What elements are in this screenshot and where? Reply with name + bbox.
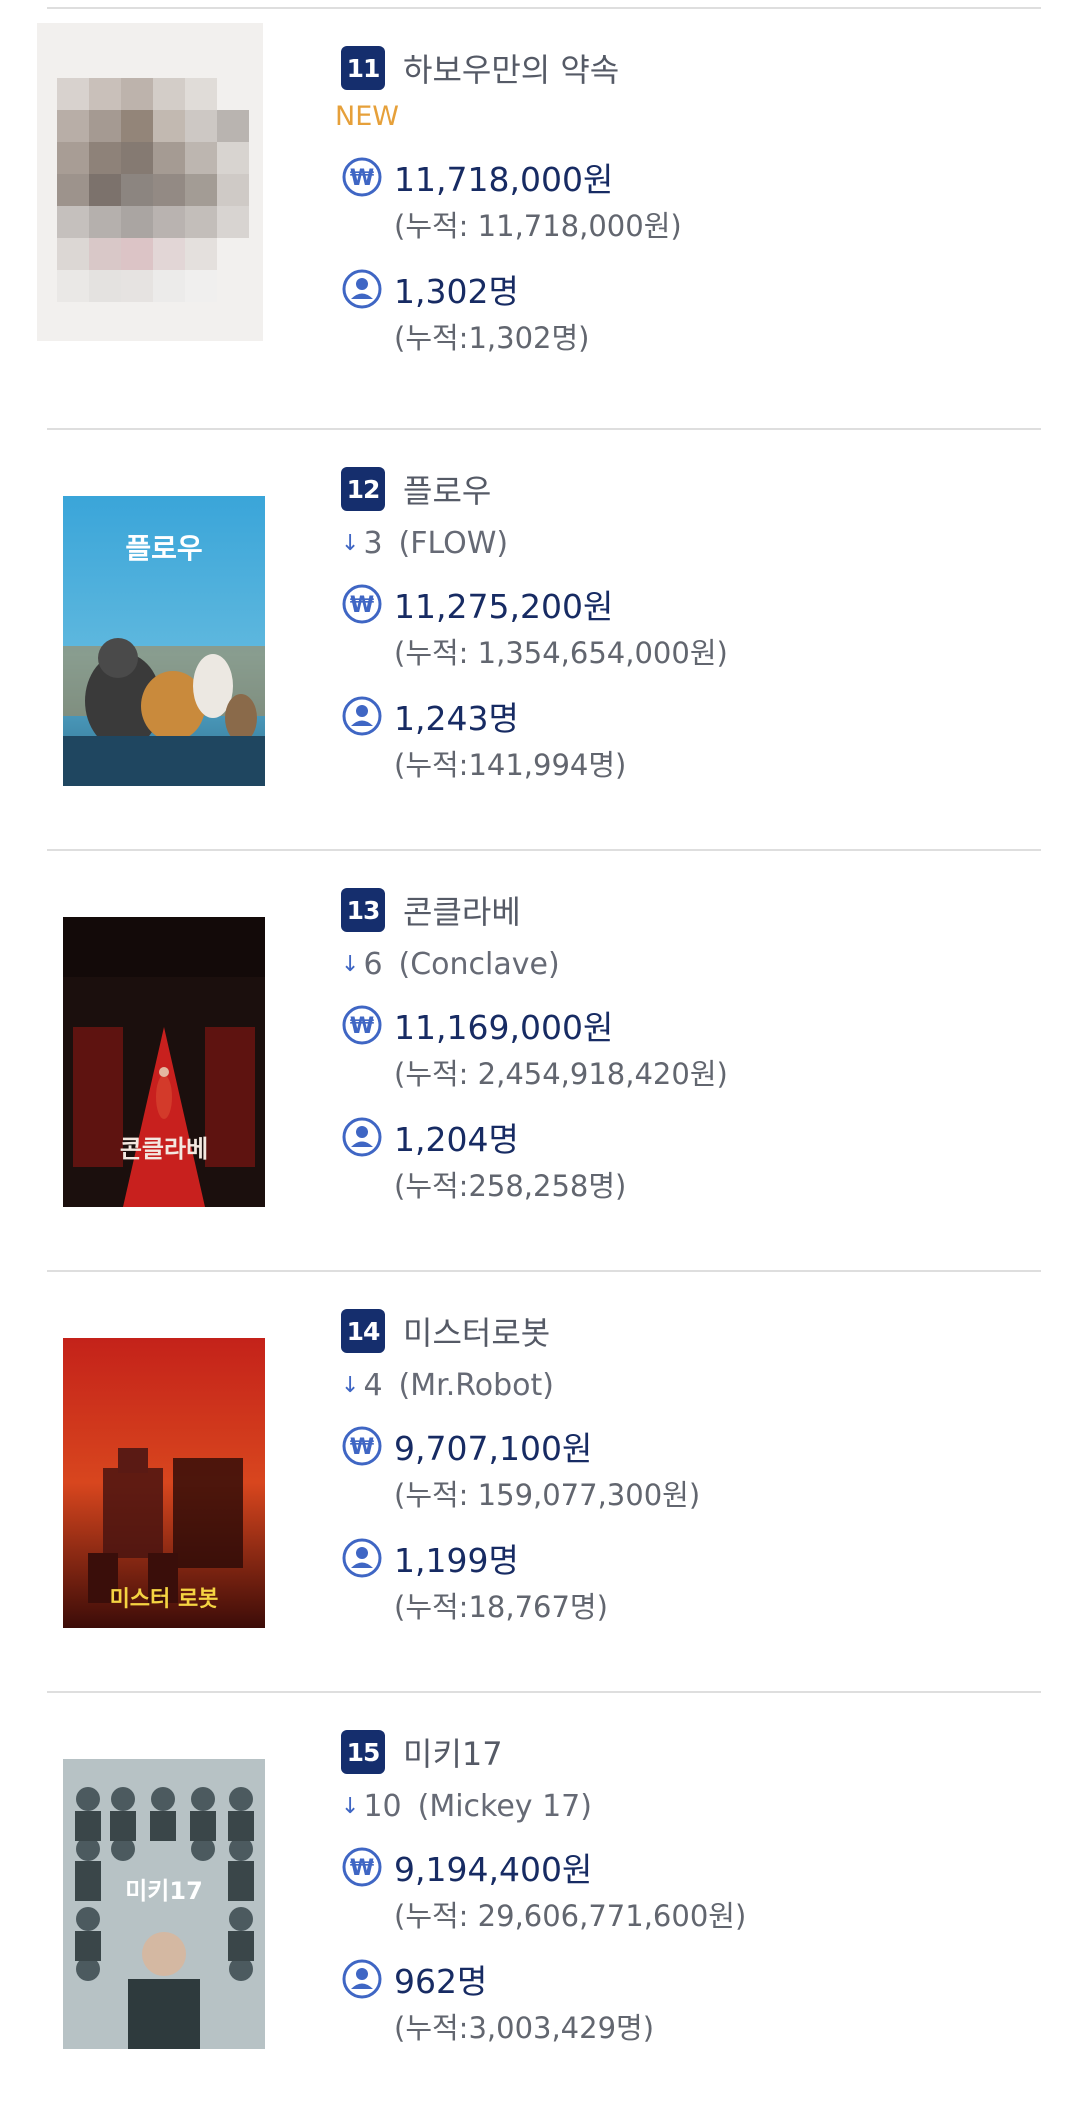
movie-info: 13 콘클라베 ↓ 6 (Conclave) ₩ 11,169,000원 (누적… bbox=[341, 887, 1021, 1211]
svg-text:₩: ₩ bbox=[350, 1856, 374, 1881]
svg-text:콘클라베: 콘클라베 bbox=[120, 1135, 208, 1163]
won-icon: ₩ bbox=[341, 583, 383, 625]
rank-change: 10 bbox=[363, 1788, 402, 1824]
rank-change: 3 bbox=[363, 525, 383, 561]
rank-badge: 11 bbox=[341, 46, 385, 90]
movie-info: 12 플로우 ↓ 3 (FLOW) ₩ 11,275,200원 (누적: 1,3… bbox=[341, 466, 1021, 790]
arrow-down-icon: ↓ bbox=[341, 530, 360, 556]
list-item[interactable]: 플로우 12 플로우 ↓ 3 (FLOW) ₩ 11,275,200원 (누적:… bbox=[47, 428, 1041, 849]
daily-revenue: 9,707,100원 bbox=[394, 1429, 593, 1468]
daily-audience: 1,243명 bbox=[394, 699, 519, 738]
rank-badge: 12 bbox=[341, 467, 385, 511]
svg-text:₩: ₩ bbox=[350, 593, 374, 618]
person-icon bbox=[341, 695, 383, 737]
list-item[interactable]: 미키17 15 미키17 ↓ 10 (Mickey 17) ₩ 9,194,40… bbox=[47, 1691, 1041, 2111]
movie-poster[interactable]: 미키17 bbox=[63, 1759, 265, 2049]
movie-poster[interactable]: 미스터 로봇 bbox=[63, 1338, 265, 1628]
original-title: (Mr.Robot) bbox=[398, 1367, 554, 1403]
movie-title[interactable]: 미키17 bbox=[403, 1729, 503, 1775]
cumulative-revenue: (누적: 159,077,300원) bbox=[394, 1478, 701, 1512]
arrow-down-icon: ↓ bbox=[341, 1372, 360, 1398]
person-icon bbox=[341, 1116, 383, 1158]
daily-audience: 962명 bbox=[394, 1962, 488, 2001]
arrow-down-icon: ↓ bbox=[341, 951, 360, 977]
mickey17-poster-image: 미키17 bbox=[63, 1759, 265, 2049]
new-badge: NEW bbox=[335, 100, 399, 132]
movie-title[interactable]: 하보우만의 약속 bbox=[403, 45, 619, 91]
cumulative-revenue: (누적: 11,718,000원) bbox=[394, 209, 682, 243]
original-title: (Mickey 17) bbox=[417, 1788, 592, 1824]
movie-title[interactable]: 미스터로봇 bbox=[403, 1308, 550, 1354]
svg-text:₩: ₩ bbox=[350, 1435, 374, 1460]
won-icon: ₩ bbox=[341, 1846, 383, 1888]
cumulative-audience: (누적:3,003,429명) bbox=[394, 2011, 655, 2045]
list-item[interactable]: 11 하보우만의 약속 NEW ₩ 11,718,000원 (누적: 11,71… bbox=[37, 7, 1041, 428]
person-icon bbox=[341, 1537, 383, 1579]
rank-badge: 15 bbox=[341, 1730, 385, 1774]
movie-title[interactable]: 콘클라베 bbox=[403, 887, 521, 933]
cumulative-audience: (누적:141,994명) bbox=[394, 748, 627, 782]
daily-audience: 1,302명 bbox=[394, 272, 519, 311]
conclave-poster-image: 콘클라베 bbox=[63, 917, 265, 1207]
cumulative-revenue: (누적: 1,354,654,000원) bbox=[394, 636, 728, 670]
blurred-poster-image bbox=[37, 23, 263, 341]
rank-badge: 14 bbox=[341, 1309, 385, 1353]
cumulative-revenue: (누적: 2,454,918,420원) bbox=[394, 1057, 728, 1091]
rank-change: 4 bbox=[363, 1367, 383, 1403]
svg-text:플로우: 플로우 bbox=[125, 532, 202, 565]
won-icon: ₩ bbox=[341, 156, 383, 198]
svg-text:미키17: 미키17 bbox=[125, 1877, 203, 1905]
movie-title[interactable]: 플로우 bbox=[403, 466, 491, 512]
movie-poster[interactable]: 플로우 bbox=[63, 496, 265, 786]
boxoffice-list: 11 하보우만의 약속 NEW ₩ 11,718,000원 (누적: 11,71… bbox=[37, 0, 1041, 2111]
daily-revenue: 11,169,000원 bbox=[394, 1008, 614, 1047]
daily-revenue: 9,194,400원 bbox=[394, 1850, 593, 1889]
daily-audience: 1,204명 bbox=[394, 1120, 519, 1159]
cumulative-audience: (누적:258,258명) bbox=[394, 1169, 627, 1203]
svg-text:₩: ₩ bbox=[350, 166, 374, 191]
daily-revenue: 11,275,200원 bbox=[394, 587, 614, 626]
cumulative-revenue: (누적: 29,606,771,600원) bbox=[394, 1899, 747, 1933]
rank-change: 6 bbox=[363, 946, 383, 982]
svg-text:미스터 로봇: 미스터 로봇 bbox=[110, 1587, 219, 1612]
movie-info: 14 미스터로봇 ↓ 4 (Mr.Robot) ₩ 9,707,100원 (누적… bbox=[341, 1308, 1021, 1632]
cumulative-audience: (누적:18,767명) bbox=[394, 1590, 608, 1624]
original-title: (FLOW) bbox=[398, 525, 509, 561]
original-title: (Conclave) bbox=[398, 946, 560, 982]
daily-revenue: 11,718,000원 bbox=[394, 160, 614, 199]
person-icon bbox=[341, 268, 383, 310]
arrow-down-icon: ↓ bbox=[341, 1793, 360, 1819]
movie-poster[interactable]: 콘클라베 bbox=[63, 917, 265, 1207]
mr-robot-poster-image: 미스터 로봇 bbox=[63, 1338, 265, 1628]
movie-info: 11 하보우만의 약속 NEW ₩ 11,718,000원 (누적: 11,71… bbox=[335, 45, 1021, 363]
list-item[interactable]: 콘클라베 13 콘클라베 ↓ 6 (Conclave) ₩ 11,169,000… bbox=[47, 849, 1041, 1270]
person-icon bbox=[341, 1958, 383, 2000]
daily-audience: 1,199명 bbox=[394, 1541, 519, 1580]
svg-text:₩: ₩ bbox=[350, 1014, 374, 1039]
won-icon: ₩ bbox=[341, 1004, 383, 1046]
movie-poster[interactable] bbox=[37, 23, 263, 341]
flow-poster-image: 플로우 bbox=[63, 496, 265, 786]
rank-badge: 13 bbox=[341, 888, 385, 932]
won-icon: ₩ bbox=[341, 1425, 383, 1467]
list-item[interactable]: 미스터 로봇 14 미스터로봇 ↓ 4 (Mr.Robot) ₩ 9,707,1… bbox=[47, 1270, 1041, 1691]
cumulative-audience: (누적:1,302명) bbox=[394, 321, 590, 355]
movie-info: 15 미키17 ↓ 10 (Mickey 17) ₩ 9,194,400원 (누… bbox=[341, 1729, 1021, 2053]
